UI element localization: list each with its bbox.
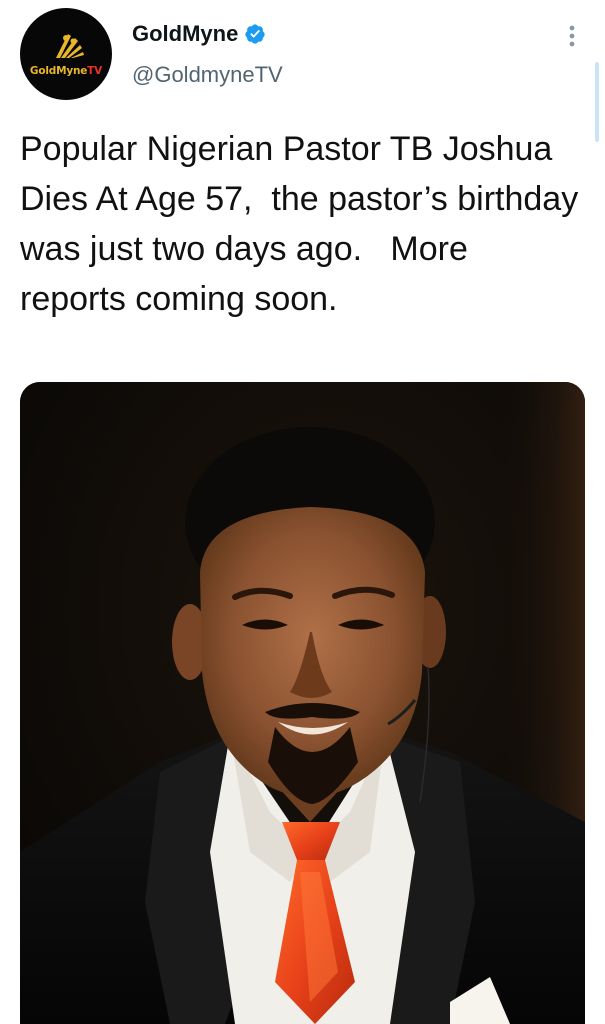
avatar[interactable]: GoldMyneTV bbox=[20, 8, 112, 100]
avatar-logo-text: GoldMyneTV bbox=[29, 65, 103, 77]
more-options-button[interactable] bbox=[562, 22, 582, 52]
tweet-media-photo[interactable] bbox=[20, 382, 585, 1024]
display-name[interactable]: GoldMyne bbox=[132, 21, 238, 47]
photo-of-man-in-suit bbox=[20, 382, 585, 1024]
verified-badge-icon bbox=[245, 24, 265, 44]
tweet-text: Popular Nigerian Pastor TB Joshua Dies A… bbox=[20, 130, 588, 318]
more-vertical-icon bbox=[569, 25, 575, 47]
handle[interactable]: @GoldmyneTV bbox=[132, 62, 283, 88]
goldmyne-logo-icon bbox=[56, 34, 84, 58]
name-row: GoldMyne bbox=[132, 18, 283, 50]
tweet-header: GoldMyne @GoldmyneTV bbox=[132, 18, 283, 88]
tweet: GoldMyneTV GoldMyne @GoldmyneTV Popular … bbox=[0, 0, 605, 1024]
scrollbar[interactable] bbox=[595, 62, 599, 142]
